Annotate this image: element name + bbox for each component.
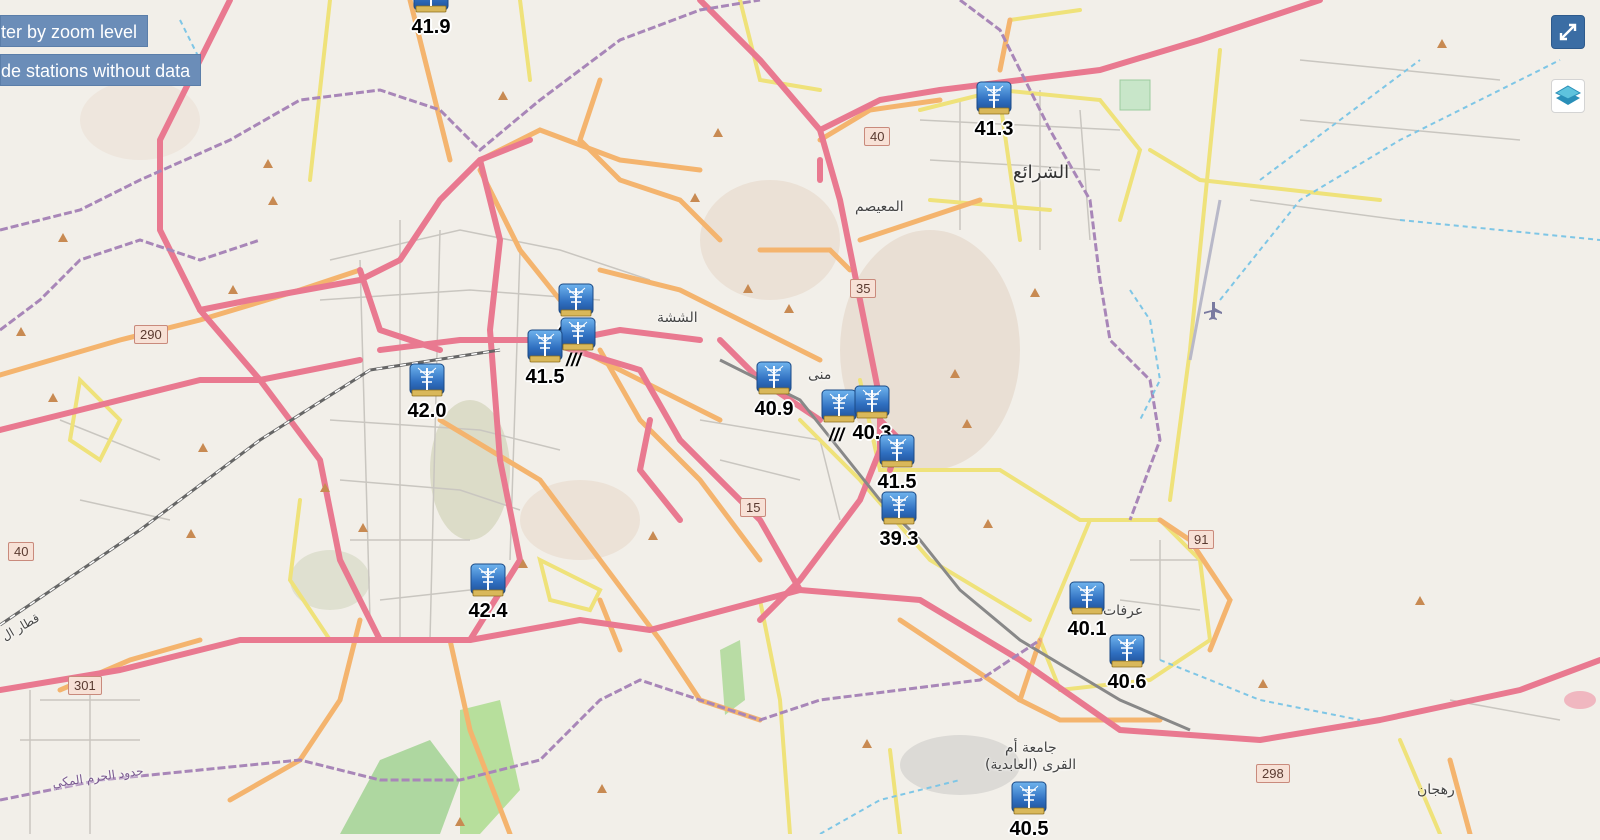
weather-station-icon bbox=[1068, 580, 1106, 618]
place-label: الششة bbox=[657, 310, 698, 326]
fullscreen-button[interactable] bbox=[1551, 15, 1585, 49]
weather-station-marker[interactable]: 41.3 bbox=[959, 80, 1029, 140]
weather-station-icon bbox=[1010, 780, 1048, 818]
no-data-marker: /// bbox=[829, 425, 845, 445]
weather-station-icon bbox=[412, 0, 450, 16]
lake bbox=[1564, 691, 1596, 709]
station-value: 40.9 bbox=[754, 398, 794, 420]
weather-station-icon bbox=[755, 360, 793, 398]
place-label: جامعة أم bbox=[1005, 740, 1057, 756]
weather-station-icon bbox=[557, 282, 595, 320]
road-shield: 298 bbox=[1256, 764, 1290, 783]
station-value: 41.9 bbox=[411, 16, 451, 38]
weather-station-icon bbox=[878, 433, 916, 471]
road-shield: 40 bbox=[8, 542, 35, 561]
station-value: 42.4 bbox=[468, 600, 508, 622]
road-shield: 301 bbox=[68, 676, 102, 695]
station-value: 41.3 bbox=[974, 118, 1014, 140]
place-label: القرى (العابدية) bbox=[985, 757, 1077, 773]
layers-icon bbox=[1554, 85, 1582, 105]
weather-station-marker[interactable]: 39.3 bbox=[864, 490, 934, 550]
weather-station-marker[interactable]: 41.9 bbox=[396, 0, 466, 38]
weather-station-marker[interactable]: 40.5 bbox=[994, 780, 1064, 840]
weather-station-icon bbox=[408, 362, 446, 400]
place-label: منى bbox=[808, 367, 832, 383]
station-value: 42.0 bbox=[407, 400, 447, 422]
layers-button[interactable] bbox=[1551, 79, 1585, 113]
weather-station-marker[interactable]: 40.6 bbox=[1092, 633, 1162, 693]
place-label: المعيصم bbox=[855, 199, 904, 215]
weather-station-marker[interactable]: 40.9 bbox=[739, 360, 809, 420]
road-shield: 290 bbox=[134, 325, 168, 344]
place-label: الشرائع bbox=[1013, 162, 1070, 183]
station-value: 40.6 bbox=[1107, 671, 1147, 693]
road-shield: 15 bbox=[740, 498, 767, 517]
weather-station-icon bbox=[975, 80, 1013, 118]
airport-icon bbox=[1204, 302, 1222, 320]
station-value: 39.3 bbox=[879, 528, 919, 550]
weather-station-icon bbox=[526, 328, 564, 366]
weather-station-icon bbox=[469, 562, 507, 600]
station-value: 40.5 bbox=[1009, 818, 1049, 840]
weather-station-icon bbox=[880, 490, 918, 528]
weather-station-marker[interactable]: 40.1 bbox=[1052, 580, 1122, 640]
hide-stations-without-data-toggle[interactable]: de stations without data bbox=[0, 54, 202, 86]
weather-station-marker[interactable]: 42.0 bbox=[392, 362, 462, 422]
weather-station-marker[interactable]: 42.4 bbox=[453, 562, 523, 622]
road-shield: 40 bbox=[864, 127, 891, 146]
weather-station-icon bbox=[1108, 633, 1146, 671]
road-shield: 91 bbox=[1188, 530, 1215, 549]
park bbox=[1119, 79, 1151, 111]
place-label: رهجان bbox=[1417, 782, 1455, 798]
filter-by-zoom-toggle[interactable]: ter by zoom level bbox=[0, 15, 149, 47]
weather-station-marker[interactable]: 41.5 bbox=[862, 433, 932, 493]
expand-icon bbox=[1559, 23, 1577, 41]
secondary-roads bbox=[0, 0, 1473, 834]
road-shield: 35 bbox=[850, 279, 877, 298]
weather-station-icon bbox=[853, 384, 891, 422]
no-data-marker: /// bbox=[566, 350, 582, 370]
